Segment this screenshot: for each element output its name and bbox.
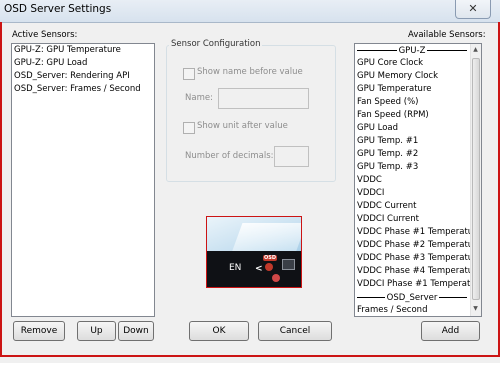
name-field[interactable] bbox=[218, 88, 309, 109]
close-icon: ✕ bbox=[468, 2, 478, 15]
list-item[interactable]: OSD_Server: Rendering API bbox=[12, 70, 154, 83]
sensor-config-group bbox=[166, 45, 336, 182]
language-indicator: EN bbox=[229, 263, 242, 273]
available-sensors-label: Available Sensors: bbox=[408, 30, 486, 40]
osd-badge: OSD bbox=[263, 255, 278, 261]
down-button[interactable]: Down bbox=[118, 321, 154, 341]
show-name-label: Show name before value bbox=[197, 67, 303, 77]
decimals-field[interactable] bbox=[274, 146, 309, 167]
list-item[interactable]: VDDC Current bbox=[355, 200, 469, 213]
osd-preview-image: EN < OSD bbox=[206, 216, 302, 288]
vertical-scrollbar[interactable]: ▲ ▼ bbox=[470, 44, 481, 316]
list-item[interactable]: OSD_Server: Frames / Second bbox=[12, 83, 154, 96]
scrollbar-thumb[interactable] bbox=[472, 58, 480, 300]
cancel-button[interactable]: Cancel bbox=[258, 321, 332, 341]
list-item[interactable]: VDDCI Current bbox=[355, 213, 469, 226]
red-frame-bottom bbox=[0, 355, 500, 357]
list-item[interactable]: GPU Memory Clock bbox=[355, 70, 469, 83]
list-item[interactable]: Frames / Second bbox=[355, 304, 469, 316]
list-item[interactable]: VDDC Phase #3 Temperatur bbox=[355, 252, 477, 265]
list-item[interactable]: Fan Speed (RPM) bbox=[355, 109, 469, 122]
list-item[interactable]: GPU Temp. #3 bbox=[355, 161, 469, 174]
active-sensors-label: Active Sensors: bbox=[12, 30, 78, 40]
up-button[interactable]: Up bbox=[77, 321, 116, 341]
scroll-down-arrow-icon[interactable]: ▼ bbox=[471, 304, 480, 314]
title-bar[interactable]: OSD Server Settings ✕ bbox=[0, 0, 500, 23]
show-unit-checkbox[interactable] bbox=[183, 122, 195, 134]
show-name-checkbox[interactable] bbox=[183, 68, 195, 80]
decimals-label: Number of decimals: bbox=[185, 151, 274, 161]
list-item[interactable]: VDDC bbox=[355, 174, 469, 187]
list-item[interactable]: VDDC Phase #2 Temperatur bbox=[355, 239, 477, 252]
add-button[interactable]: Add bbox=[421, 321, 480, 341]
window-title: OSD Server Settings bbox=[4, 3, 112, 15]
list-item[interactable]: Fan Speed (%) bbox=[355, 96, 469, 109]
active-sensors-list[interactable]: GPU-Z: GPU Temperature GPU-Z: GPU Load O… bbox=[11, 43, 155, 317]
osd-tray-icon bbox=[265, 263, 273, 271]
sensor-config-label: Sensor Configuration bbox=[169, 39, 263, 49]
ok-button[interactable]: OK bbox=[189, 321, 249, 341]
list-item[interactable]: GPU Core Clock bbox=[355, 57, 469, 70]
list-item[interactable]: GPU-Z: GPU Load bbox=[12, 57, 154, 70]
list-item[interactable]: GPU Load bbox=[355, 122, 469, 135]
group-header-osd-server: OSD_Server bbox=[355, 291, 469, 304]
list-item[interactable]: GPU Temp. #2 bbox=[355, 148, 469, 161]
close-button[interactable]: ✕ bbox=[455, 0, 491, 19]
list-item[interactable]: VDDC Phase #1 Temperatur bbox=[355, 226, 477, 239]
monitor-tray-icon bbox=[282, 259, 295, 270]
list-item[interactable]: VDDCI Phase #1 Temperatu bbox=[355, 278, 476, 291]
tray-chevron-icon: < bbox=[255, 264, 263, 274]
list-item[interactable]: GPU Temp. #1 bbox=[355, 135, 469, 148]
network-tray-icon bbox=[272, 274, 280, 282]
list-item[interactable]: GPU Temperature bbox=[355, 83, 469, 96]
list-item[interactable]: VDDC Phase #4 Temperatur bbox=[355, 265, 477, 278]
name-label: Name: bbox=[185, 93, 213, 103]
group-header-gpu-z: GPU-Z bbox=[355, 44, 469, 57]
scroll-up-arrow-icon[interactable]: ▲ bbox=[471, 45, 480, 55]
show-unit-label: Show unit after value bbox=[197, 121, 288, 131]
list-item[interactable]: VDDCI bbox=[355, 187, 469, 200]
available-sensors-list[interactable]: GPU-Z GPU Core Clock GPU Memory Clock GP… bbox=[354, 43, 482, 317]
list-item[interactable]: GPU-Z: GPU Temperature bbox=[12, 44, 154, 57]
red-frame-left bbox=[0, 22, 2, 357]
remove-button[interactable]: Remove bbox=[13, 321, 65, 341]
